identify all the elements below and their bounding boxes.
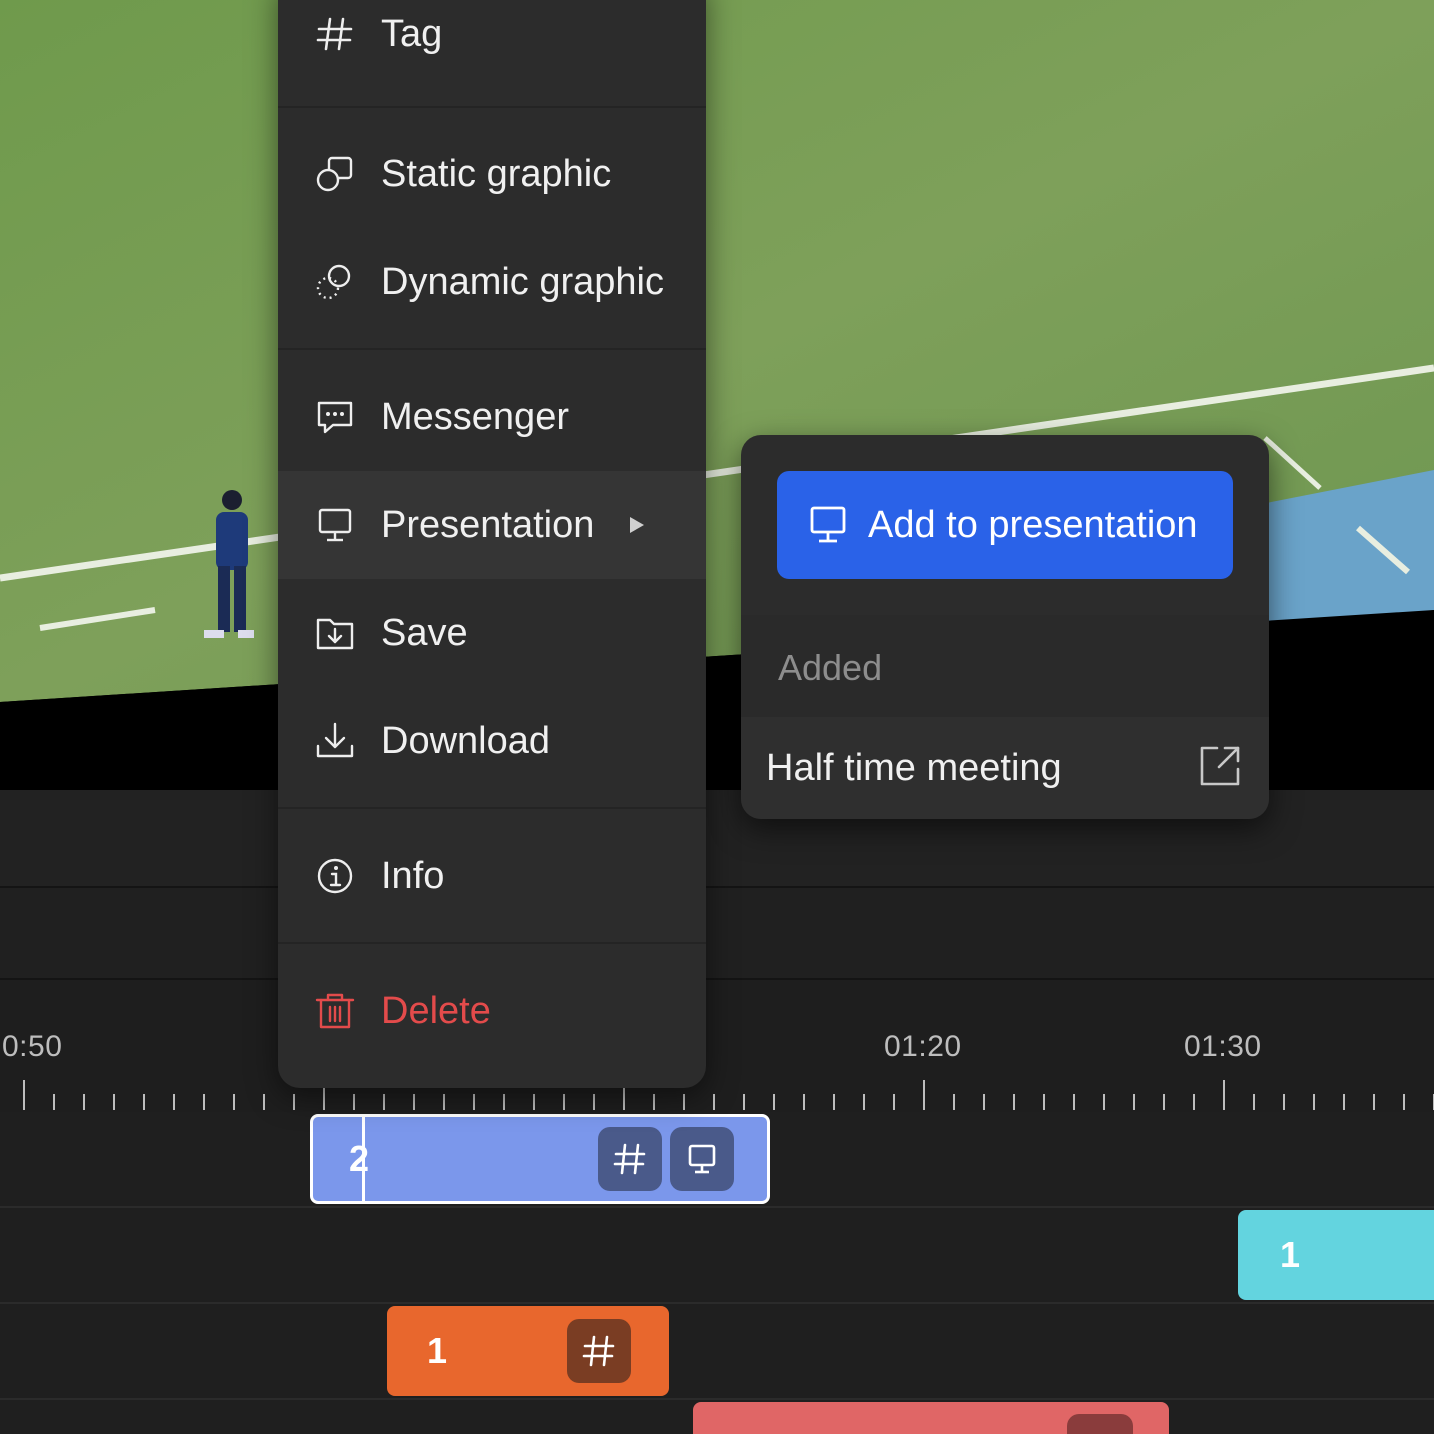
menu-item-save[interactable]: Save	[278, 579, 706, 687]
time-label: 01:20	[884, 1030, 962, 1063]
controls-area	[0, 888, 1434, 978]
timeline-clip[interactable]: 1	[387, 1306, 669, 1396]
presentation-icon	[810, 506, 846, 543]
track-row[interactable]	[0, 1208, 1434, 1302]
timeline-clip-selected[interactable]: 2	[310, 1114, 770, 1204]
menu-item-tag[interactable]: Tag	[278, 0, 706, 88]
dynamic-graphic-icon	[316, 264, 351, 300]
clip-label: 1	[427, 1330, 448, 1371]
context-menu: Tag Static graphic Dynamic graphic Messe…	[278, 0, 706, 1088]
playhead[interactable]	[362, 1114, 365, 1204]
trash-icon	[315, 993, 355, 1029]
menu-item-delete[interactable]: Delete	[278, 957, 706, 1065]
presentation-name: Half time meeting	[766, 747, 1062, 789]
menu-item-static-graphic[interactable]: Static graphic	[278, 120, 706, 228]
add-to-presentation-button[interactable]: Add to presentation	[777, 471, 1233, 579]
menu-divider	[278, 807, 706, 809]
menu-item-download[interactable]: Download	[278, 687, 706, 795]
static-graphic-icon	[316, 156, 353, 192]
info-icon	[317, 858, 353, 894]
chat-icon	[317, 401, 353, 434]
menu-item-info[interactable]: Info	[278, 822, 706, 930]
clip-label: 1	[1280, 1234, 1301, 1275]
track-row[interactable]	[0, 1304, 1434, 1398]
menu-divider	[278, 348, 706, 350]
presentation-icon	[318, 508, 352, 542]
time-label: 01:30	[1184, 1030, 1262, 1063]
timeline-ruler[interactable]	[0, 1080, 1434, 1112]
hash-icon	[582, 1335, 615, 1367]
external-link-icon[interactable]	[1197, 743, 1243, 789]
hash-icon	[613, 1143, 646, 1175]
folder-save-icon	[316, 618, 354, 650]
timeline-clip[interactable]: 1	[1238, 1210, 1434, 1300]
clip-presentation-badge[interactable]	[670, 1127, 734, 1191]
presentation-icon	[688, 1144, 716, 1174]
clip-tag-badge[interactable]	[598, 1127, 662, 1191]
chevron-right-icon	[630, 517, 644, 533]
menu-item-presentation[interactable]: Presentation	[278, 471, 706, 579]
clip-label: 2	[349, 1138, 370, 1179]
presentation-submenu: Add to presentation Added Half time meet…	[741, 435, 1269, 819]
time-label: 0:50	[2, 1030, 63, 1063]
presentation-item[interactable]: Half time meeting	[741, 717, 1269, 819]
clip-tag-badge[interactable]	[1067, 1414, 1133, 1434]
menu-item-dynamic-graphic[interactable]: Dynamic graphic	[278, 228, 706, 336]
added-section-label: Added	[778, 647, 883, 688]
menu-divider	[278, 942, 706, 944]
menu-divider	[278, 106, 706, 108]
timeline-clip[interactable]	[693, 1402, 1169, 1434]
hash-icon	[316, 17, 353, 51]
download-icon	[316, 722, 354, 758]
clip-tag-badge[interactable]	[567, 1319, 631, 1383]
menu-item-messenger[interactable]: Messenger	[278, 363, 706, 471]
